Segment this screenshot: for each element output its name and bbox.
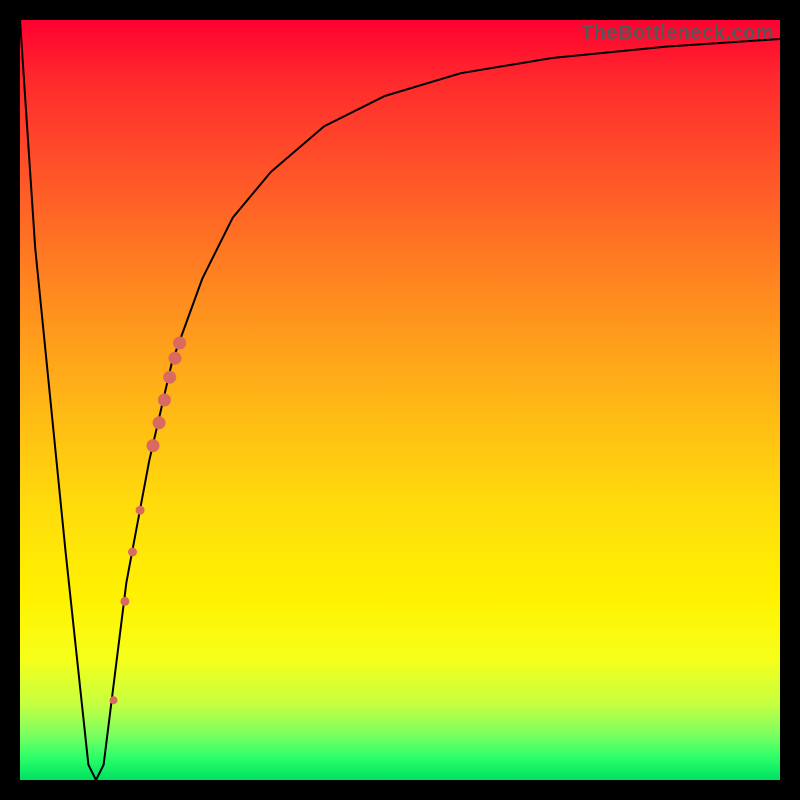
bottleneck-curve xyxy=(20,20,780,780)
data-marker xyxy=(153,416,166,429)
data-marker xyxy=(158,394,171,407)
marker-group xyxy=(110,337,187,705)
data-marker xyxy=(169,352,182,365)
plot-area: TheBottleneck.com xyxy=(20,20,780,780)
data-marker xyxy=(120,597,129,606)
data-marker xyxy=(136,506,145,515)
data-marker xyxy=(128,548,137,557)
data-marker xyxy=(147,439,160,452)
data-marker xyxy=(163,371,176,384)
chart-frame: TheBottleneck.com xyxy=(0,0,800,800)
data-marker xyxy=(173,337,186,350)
data-marker xyxy=(110,696,118,704)
curve-layer xyxy=(20,20,780,780)
